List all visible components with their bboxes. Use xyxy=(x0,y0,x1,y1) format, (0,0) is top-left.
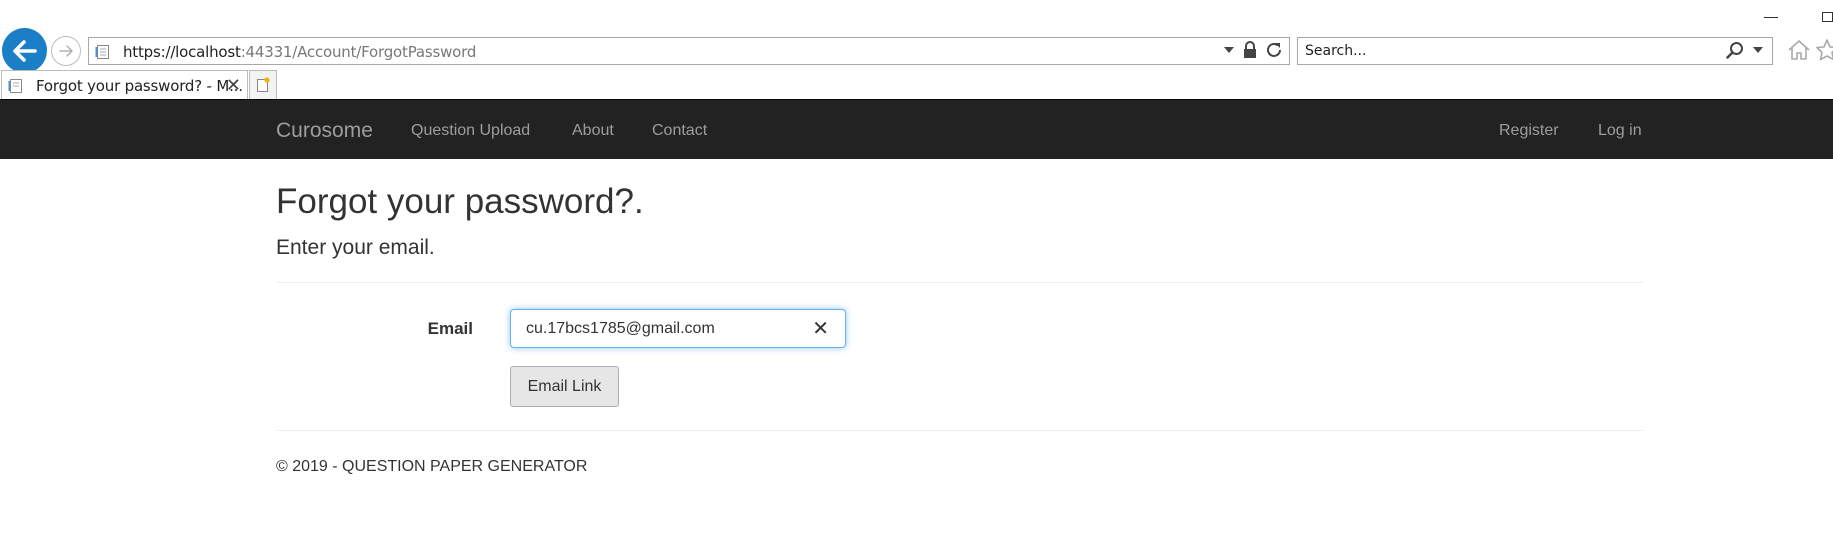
forward-arrow-icon xyxy=(59,45,73,57)
lock-icon[interactable] xyxy=(1243,41,1257,59)
page-subtitle: Enter your email. xyxy=(276,236,435,259)
dropdown-arrow-icon[interactable] xyxy=(1223,46,1235,54)
nav-link-contact[interactable]: Contact xyxy=(652,122,707,140)
dropdown-arrow-icon[interactable] xyxy=(1752,46,1764,54)
address-host: https://localhost xyxy=(123,43,241,61)
address-url[interactable]: https://localhost:44331/Account/ForgotPa… xyxy=(123,43,476,61)
divider xyxy=(276,430,1644,431)
page-icon xyxy=(95,45,109,59)
favorites-star-icon[interactable] xyxy=(1815,38,1833,62)
browser-search-box[interactable] xyxy=(1297,37,1773,65)
nav-link-register[interactable]: Register xyxy=(1499,122,1559,140)
new-tab-button[interactable] xyxy=(249,70,277,99)
email-link-button[interactable]: Email Link xyxy=(510,366,619,407)
new-tab-icon xyxy=(257,77,270,92)
window-maximize-button[interactable] xyxy=(1822,12,1833,22)
nav-link-about[interactable]: About xyxy=(572,122,614,140)
refresh-icon[interactable] xyxy=(1265,41,1283,59)
home-icon[interactable] xyxy=(1787,38,1811,62)
nav-link-login[interactable]: Log in xyxy=(1598,122,1642,140)
window-minimize-button[interactable] xyxy=(1764,17,1778,18)
footer-text: © 2019 - QUESTION PAPER GENERATOR xyxy=(276,458,588,475)
clear-input-icon[interactable]: ✕ xyxy=(812,318,829,340)
back-arrow-icon xyxy=(12,39,37,62)
page-title: Forgot your password?. xyxy=(276,182,644,221)
browser-tab[interactable]: Forgot your password? - M... ✕ xyxy=(1,70,248,99)
address-bar[interactable]: https://localhost:44331/Account/ForgotPa… xyxy=(88,37,1290,65)
browser-search-input[interactable] xyxy=(1305,41,1705,61)
navbar-brand[interactable]: Curosome xyxy=(276,119,373,143)
close-icon[interactable]: ✕ xyxy=(226,75,241,95)
search-icon[interactable] xyxy=(1726,41,1744,59)
email-field[interactable] xyxy=(526,318,806,340)
tab-title: Forgot your password? - M... xyxy=(36,77,243,95)
back-button[interactable] xyxy=(2,28,47,73)
divider xyxy=(276,282,1644,283)
forward-button[interactable] xyxy=(51,36,81,66)
browser-chrome: https://localhost:44331/Account/ForgotPa… xyxy=(0,0,1833,99)
address-path: :44331/Account/ForgotPassword xyxy=(240,43,477,61)
nav-link-question-upload[interactable]: Question Upload xyxy=(411,122,530,140)
site-navbar: Curosome Question Upload About Contact R… xyxy=(0,99,1833,159)
page-icon xyxy=(8,79,22,93)
email-label: Email xyxy=(427,319,473,338)
email-field-wrapper[interactable]: ✕ xyxy=(510,309,846,348)
